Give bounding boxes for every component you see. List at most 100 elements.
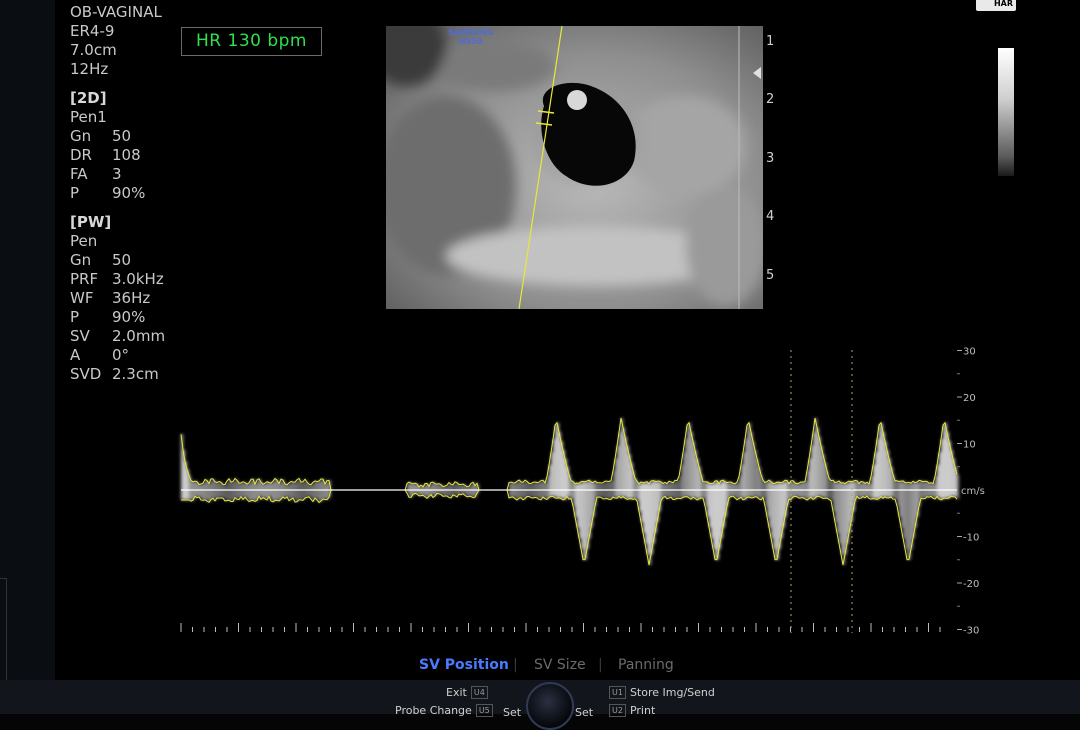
spectral-column <box>301 482 303 500</box>
velocity-tick-label: -20 <box>963 579 979 590</box>
spectral-column <box>423 486 425 496</box>
spectral-column <box>195 481 197 497</box>
spectral-column <box>287 484 289 497</box>
spectral-column <box>553 439 555 497</box>
store-label: Store Img/Send <box>629 686 715 699</box>
spectral-column <box>901 481 903 528</box>
spectral-column <box>539 482 541 500</box>
spectral-column <box>735 483 737 498</box>
spectral-column <box>555 425 557 498</box>
spectral-column <box>743 452 745 500</box>
spectral-column <box>673 482 675 500</box>
spectral-column <box>907 482 909 560</box>
doppler-spectrum[interactable]: 30 20 10 -10 -20 -30 cm/s <box>0 0 1080 660</box>
velocity-tick-label: -30 <box>963 626 979 637</box>
exit-control[interactable]: Exit U4 <box>446 686 488 699</box>
spectral-column <box>711 483 713 539</box>
spectral-column <box>273 481 275 502</box>
menu-sv-size[interactable]: SV Size <box>534 657 586 673</box>
spectral-column <box>713 483 715 549</box>
time-axis <box>180 623 941 632</box>
set-right-control[interactable]: Set <box>575 706 593 719</box>
set-left-label: Set <box>503 706 522 719</box>
spectral-column <box>875 452 877 499</box>
exit-key: U4 <box>470 686 488 699</box>
spectral-column <box>231 482 233 502</box>
spectral-column <box>211 478 213 500</box>
set-left-control[interactable]: Set <box>503 706 521 719</box>
spectral-column <box>279 483 281 501</box>
probe-change-control[interactable]: Probe Change U5 <box>395 704 493 717</box>
spectral-column <box>739 476 741 499</box>
spectral-column <box>615 458 617 498</box>
spectral-column <box>255 484 257 502</box>
spectral-column <box>319 481 321 503</box>
spectral-column <box>455 481 457 496</box>
spectral-column <box>941 439 943 500</box>
spectral-column <box>831 480 833 501</box>
spectral-column <box>767 481 769 517</box>
velocity-tick-label: 30 <box>963 347 976 358</box>
spectral-column <box>765 482 767 507</box>
spectral-column <box>813 432 815 500</box>
spectral-column <box>939 452 941 499</box>
spectral-column <box>225 484 227 501</box>
spectral-column <box>613 470 615 497</box>
menu-separator: | <box>513 657 518 673</box>
spectral-column <box>775 483 777 560</box>
spectral-column <box>557 422 559 499</box>
spectral-column <box>295 482 297 503</box>
spectral-column <box>649 483 651 565</box>
spectral-column <box>899 481 901 517</box>
spectral-column <box>705 481 707 507</box>
spectral-column <box>645 482 647 544</box>
store-control[interactable]: U1 Store Img/Send <box>609 686 715 699</box>
store-key: U1 <box>609 686 626 699</box>
spectral-column <box>247 484 249 500</box>
spectral-column <box>689 422 691 498</box>
spectral-column <box>897 480 899 507</box>
spectral-column <box>297 479 299 502</box>
spectral-column <box>249 482 251 502</box>
spectral-column <box>415 483 417 494</box>
spectral-column <box>829 478 831 500</box>
spectral-column <box>639 483 641 512</box>
spectral-column <box>621 418 623 499</box>
probe-change-label: Probe Change <box>395 704 472 717</box>
spectral-column <box>575 483 577 517</box>
spectral-column <box>647 481 649 555</box>
spectral-column <box>467 486 469 497</box>
spectral-column <box>419 486 421 496</box>
spectral-column <box>935 476 937 500</box>
spectral-column <box>263 484 265 498</box>
spectral-column <box>437 484 439 494</box>
menu-panning[interactable]: Panning <box>618 657 674 673</box>
spectral-column <box>407 483 409 494</box>
spectral-column <box>737 482 739 500</box>
spectral-column <box>573 481 575 507</box>
trackball-knob-icon[interactable] <box>526 682 574 730</box>
spectral-column <box>841 483 843 555</box>
spectral-column <box>459 484 461 494</box>
velocity-tick-label: -10 <box>963 533 979 544</box>
spectral-column <box>303 481 305 501</box>
spectral-column <box>199 484 201 498</box>
spectral-column <box>715 480 717 560</box>
spectral-column <box>933 483 935 499</box>
spectral-column <box>863 481 865 497</box>
spectral-column <box>833 480 835 512</box>
menu-sv-position[interactable]: SV Position <box>419 657 509 673</box>
menu-separator: | <box>598 657 603 673</box>
soft-menu: SV Position | SV Size | Panning <box>0 657 1080 677</box>
spectral-column <box>681 464 683 499</box>
spectral-column <box>809 458 811 499</box>
spectral-column <box>769 480 771 528</box>
spectral-column <box>191 480 193 502</box>
spectral-column <box>623 427 625 497</box>
velocity-tick-label: 10 <box>963 440 976 451</box>
print-control[interactable]: U2 Print <box>609 704 655 717</box>
spectral-column <box>691 432 693 500</box>
spectral-column <box>807 470 809 500</box>
spectral-column <box>685 439 687 497</box>
velocity-tick-label: 20 <box>963 393 976 404</box>
